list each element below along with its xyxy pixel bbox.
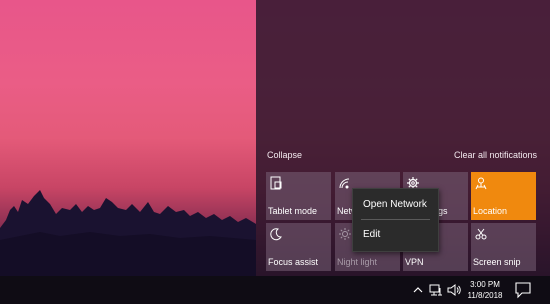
tile-screen-snip[interactable]: Screen snip: [471, 223, 536, 271]
taskbar: 3:00 PM 11/8/2018: [0, 276, 550, 304]
location-icon: [475, 177, 487, 190]
tablet-mode-icon: [270, 176, 282, 190]
menu-item-edit[interactable]: Edit: [363, 229, 380, 240]
tile-label: Focus assist: [268, 257, 319, 267]
tile-location[interactable]: Location: [471, 172, 536, 220]
menu-separator: [361, 219, 430, 220]
network-context-menu: Open Network Edit: [352, 188, 439, 252]
network-icon: [339, 178, 350, 189]
clear-all-notifications-link[interactable]: Clear all notifications: [454, 150, 537, 160]
tile-label: Screen snip: [473, 257, 521, 267]
treeline-silhouette: [0, 190, 256, 276]
moon-icon: [270, 228, 282, 241]
tile-label: Night light: [337, 257, 378, 267]
chevron-up-icon[interactable]: [410, 282, 426, 298]
brightness-icon: [339, 228, 351, 240]
screen-snip-icon: [475, 228, 487, 240]
tile-tablet-mode[interactable]: Tablet mode: [266, 172, 331, 220]
tile-focus-assist[interactable]: Focus assist: [266, 223, 331, 271]
volume-icon[interactable]: [446, 282, 462, 298]
clock-date: 11/8/2018: [467, 291, 503, 300]
network-tray-icon[interactable]: [428, 282, 444, 298]
tile-label: Location: [473, 206, 508, 216]
menu-item-open-network[interactable]: Open Network: [363, 199, 427, 210]
collapse-link[interactable]: Collapse: [267, 150, 302, 160]
taskbar-clock[interactable]: 3:00 PM 11/8/2018: [466, 279, 504, 301]
clock-time: 3:00 PM: [470, 280, 500, 289]
action-center-notification-icon[interactable]: [512, 280, 534, 300]
tile-label: VPN: [405, 257, 424, 267]
tile-label: Tablet mode: [268, 206, 318, 216]
